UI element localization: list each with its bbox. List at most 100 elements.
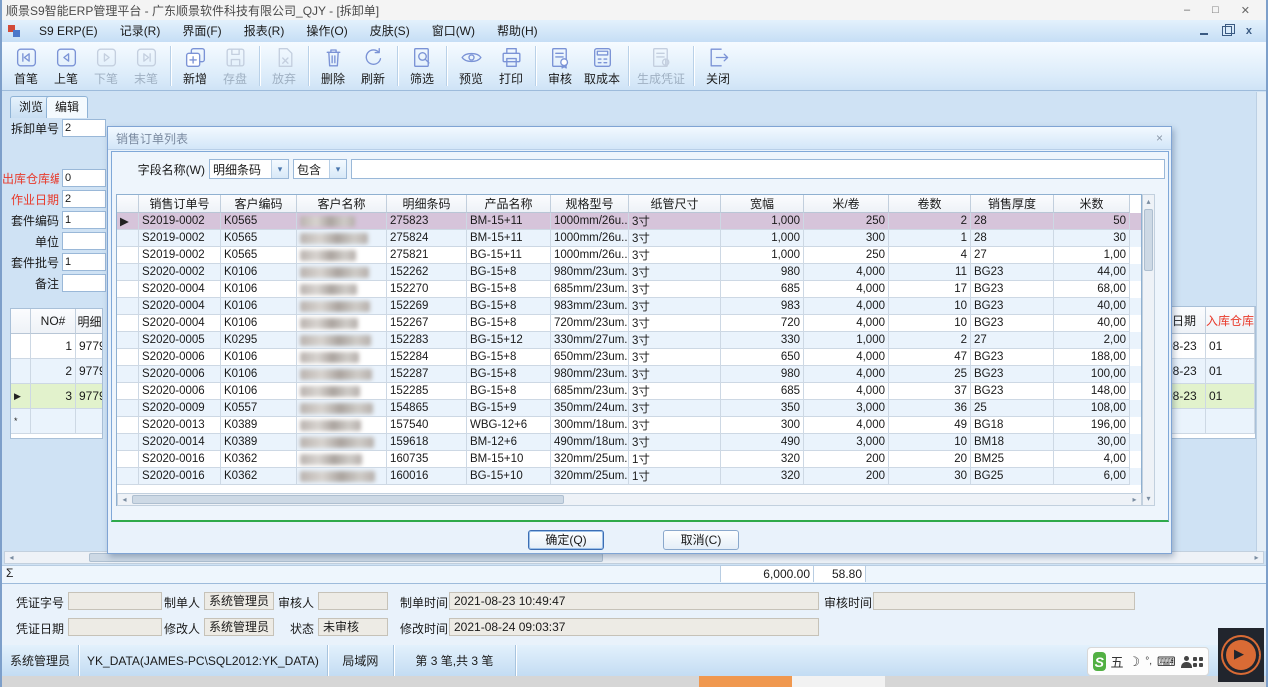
table-cell[interactable]: 40,00 xyxy=(1054,298,1130,315)
table-cell[interactable]: 27 xyxy=(971,247,1054,264)
table-cell[interactable]: 3寸 xyxy=(629,417,721,434)
punct-icon[interactable]: °, xyxy=(1145,656,1152,667)
table-cell[interactable] xyxy=(297,349,387,366)
table-cell[interactable]: 01 xyxy=(1206,384,1255,409)
column-header[interactable]: 卷数 xyxy=(889,195,971,213)
table-cell[interactable]: K0565 xyxy=(221,247,297,264)
table-cell[interactable]: 01 xyxy=(1206,334,1255,359)
table-cell[interactable]: K0295 xyxy=(221,332,297,349)
table-cell[interactable]: K0106 xyxy=(221,298,297,315)
table-cell[interactable]: K0106 xyxy=(221,349,297,366)
table-cell[interactable]: 2 xyxy=(889,332,971,349)
table-cell[interactable]: 3寸 xyxy=(629,315,721,332)
table-row[interactable]: S2020-0006K0106152285BG-15+8685mm/23um..… xyxy=(117,383,1141,400)
form-input[interactable] xyxy=(62,274,106,292)
table-cell[interactable]: BG-15+8 xyxy=(467,349,551,366)
table-cell[interactable]: 1,000 xyxy=(721,247,804,264)
table-cell[interactable]: 320mm/25um... xyxy=(551,451,629,468)
column-header[interactable]: 明细 xyxy=(76,309,103,334)
table-cell[interactable] xyxy=(31,409,76,434)
table-cell[interactable] xyxy=(117,383,139,400)
toolbar-button-print[interactable]: 打印 xyxy=(491,42,531,90)
table-cell[interactable]: 3 xyxy=(31,384,76,409)
table-cell[interactable]: 720 xyxy=(721,315,804,332)
table-cell[interactable]: 1,000 xyxy=(804,332,889,349)
table-cell[interactable] xyxy=(11,359,31,384)
table-cell[interactable] xyxy=(117,366,139,383)
toolbar-button-cost[interactable]: 取成本 xyxy=(580,42,624,90)
table-cell[interactable]: 350 xyxy=(721,400,804,417)
table-cell[interactable]: BG-15+8 xyxy=(467,366,551,383)
table-cell[interactable]: BM-15+11 xyxy=(467,213,551,230)
table-cell[interactable]: 685mm/23um... xyxy=(551,281,629,298)
table-cell[interactable]: 275821 xyxy=(387,247,467,264)
table-cell[interactable]: 3寸 xyxy=(629,230,721,247)
table-cell[interactable] xyxy=(297,332,387,349)
table-row[interactable]: S2020-0005K0295152283BG-15+12330mm/27um.… xyxy=(117,332,1141,349)
table-cell[interactable] xyxy=(297,264,387,281)
table-cell[interactable]: BG23 xyxy=(971,281,1054,298)
table-cell[interactable]: 250 xyxy=(804,247,889,264)
taskbar-active-app[interactable] xyxy=(699,676,792,687)
table-cell[interactable]: 980 xyxy=(721,366,804,383)
table-cell[interactable]: 08-23 xyxy=(1169,359,1206,384)
table-row[interactable]: S2020-0004K0106152267BG-15+8720mm/23um..… xyxy=(117,315,1141,332)
table-cell[interactable]: 188,00 xyxy=(1054,349,1130,366)
table-cell[interactable]: 300 xyxy=(721,417,804,434)
table-cell[interactable]: 3寸 xyxy=(629,434,721,451)
scroll-right-icon[interactable]: ▸ xyxy=(1128,494,1141,505)
table-cell[interactable]: 97792 xyxy=(76,334,103,359)
table-cell[interactable]: 4,000 xyxy=(804,264,889,281)
table-cell[interactable]: 44,00 xyxy=(1054,264,1130,281)
dialog-close-icon[interactable]: × xyxy=(1156,131,1163,145)
table-cell[interactable]: S2019-0002 xyxy=(139,230,221,247)
table-cell[interactable]: 1寸 xyxy=(629,468,721,485)
table-cell[interactable]: 4,000 xyxy=(804,349,889,366)
table-cell[interactable]: 3寸 xyxy=(629,213,721,230)
table-cell[interactable]: BM-15+10 xyxy=(467,451,551,468)
table-cell[interactable]: BG-15+8 xyxy=(467,315,551,332)
table-cell[interactable]: BG23 xyxy=(971,315,1054,332)
column-header[interactable]: 日期 xyxy=(1169,307,1206,334)
table-cell[interactable]: BM-15+11 xyxy=(467,230,551,247)
table-cell[interactable]: 350mm/24um... xyxy=(551,400,629,417)
table-cell[interactable] xyxy=(76,409,103,434)
table-cell[interactable]: 10 xyxy=(889,315,971,332)
table-cell[interactable]: 320 xyxy=(721,468,804,485)
table-cell[interactable] xyxy=(117,417,139,434)
column-header[interactable]: 纸管尺寸 xyxy=(629,195,721,213)
table-cell[interactable]: 25 xyxy=(889,366,971,383)
filter-operator-select[interactable]: 包含 ▾ xyxy=(293,159,347,179)
table-cell[interactable]: 983mm/23um... xyxy=(551,298,629,315)
table-row[interactable]: S2019-0002K0565275824BM-15+111000mm/26u.… xyxy=(117,230,1141,247)
table-cell[interactable]: 1,000 xyxy=(721,213,804,230)
toolbar-button-nav-first[interactable]: 首笔 xyxy=(6,42,46,90)
table-cell[interactable]: 36 xyxy=(889,400,971,417)
table-cell[interactable]: S2020-0006 xyxy=(139,383,221,400)
column-header[interactable]: 入库仓库 xyxy=(1206,307,1255,334)
column-header[interactable]: 销售厚度 xyxy=(971,195,1054,213)
table-cell[interactable]: 108,00 xyxy=(1054,400,1130,417)
column-header[interactable]: 销售订单号 xyxy=(139,195,221,213)
table-cell[interactable] xyxy=(11,334,31,359)
menu-item[interactable]: 界面(F) xyxy=(171,20,232,42)
column-header[interactable]: NO# xyxy=(31,309,76,334)
table-cell[interactable]: 4,000 xyxy=(804,383,889,400)
table-cell[interactable]: BG18 xyxy=(971,417,1054,434)
table-cell[interactable]: S2020-0002 xyxy=(139,264,221,281)
table-cell[interactable]: K0106 xyxy=(221,366,297,383)
table-cell[interactable] xyxy=(117,400,139,417)
table-cell[interactable]: 47 xyxy=(889,349,971,366)
table-cell[interactable] xyxy=(1169,409,1206,434)
minimize-button[interactable]: – xyxy=(1184,4,1190,16)
input-mode-label[interactable]: 五 xyxy=(1111,652,1124,671)
table-cell[interactable]: 3寸 xyxy=(629,264,721,281)
table-row[interactable]: S2019-0002K0565275821BG-15+111000mm/26u.… xyxy=(117,247,1141,264)
toolbar-button-refresh[interactable]: 刷新 xyxy=(353,42,393,90)
table-cell[interactable] xyxy=(117,315,139,332)
toolbar-button-audit[interactable]: 审核 xyxy=(540,42,580,90)
table-cell[interactable]: 30,00 xyxy=(1054,434,1130,451)
keyboard-icon[interactable]: ⌨ xyxy=(1157,654,1176,670)
mdi-close-icon[interactable]: x xyxy=(1246,25,1252,37)
toolbar-button-add[interactable]: 新增 xyxy=(175,42,215,90)
